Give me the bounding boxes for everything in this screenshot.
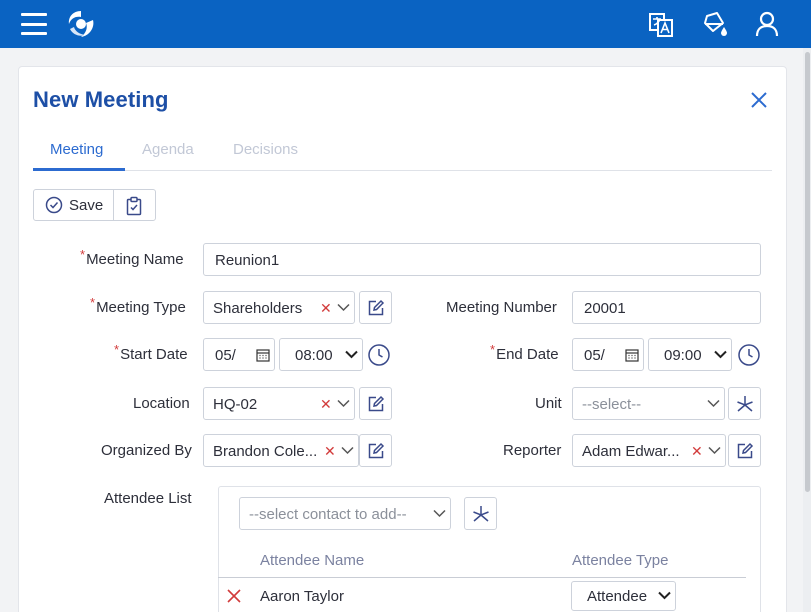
asterisk-icon	[737, 396, 753, 412]
edit-icon	[368, 442, 385, 459]
chevron-down-icon	[707, 399, 720, 408]
meeting-number-value: 20001	[584, 300, 626, 317]
chevron-down-icon	[337, 399, 350, 408]
clipboard-check-icon[interactable]	[124, 196, 144, 216]
page-title: New Meeting	[33, 87, 169, 112]
chevron-down-icon	[658, 591, 671, 600]
attendee-type-select[interactable]: Attendee	[571, 581, 676, 611]
edit-icon	[368, 299, 385, 316]
clock-icon[interactable]	[367, 343, 391, 367]
meeting-name-value: Reunion1	[215, 252, 280, 269]
edit-organizer-button[interactable]	[359, 434, 392, 467]
chevron-down-icon	[714, 350, 727, 359]
close-icon[interactable]	[748, 89, 770, 111]
end-time-select[interactable]: 09:00	[648, 338, 732, 371]
start-date-value: 05/	[215, 347, 236, 364]
check-circle-icon	[45, 196, 63, 214]
form-toolbar: Save	[33, 189, 156, 221]
clock-icon[interactable]	[737, 343, 761, 367]
edit-meeting-type-button[interactable]	[359, 291, 392, 324]
start-time-select[interactable]: 08:00	[279, 338, 363, 371]
remove-attendee-icon[interactable]	[226, 588, 242, 604]
location-value: HQ-02	[213, 396, 258, 413]
user-profile-icon[interactable]	[753, 10, 781, 38]
attendee-type-header: Attendee Type	[572, 552, 669, 569]
end-time-value: 09:00	[664, 347, 702, 364]
chevron-down-icon	[337, 303, 350, 312]
edit-reporter-button[interactable]	[728, 434, 761, 467]
start-date-label-text: Start Date	[120, 346, 188, 363]
edit-icon	[737, 442, 754, 459]
clear-icon[interactable]: ✕	[324, 443, 336, 460]
end-date-label: *End Date	[490, 342, 559, 363]
start-time-value: 08:00	[295, 347, 333, 364]
calendar-icon[interactable]	[625, 348, 639, 362]
top-app-bar	[0, 0, 811, 48]
clear-icon[interactable]: ✕	[691, 443, 703, 460]
unit-placeholder: --select--	[582, 396, 642, 413]
required-marker: *	[80, 247, 86, 262]
organized-by-label: Organized By	[101, 442, 192, 459]
hamburger-menu-icon[interactable]	[20, 13, 47, 35]
add-contact-button[interactable]	[464, 497, 497, 530]
attendee-name-cell: Aaron Taylor	[260, 588, 344, 605]
translate-icon[interactable]	[647, 11, 675, 39]
active-tab-indicator	[33, 168, 125, 171]
table-header-divider	[218, 577, 746, 578]
meeting-type-label-text: Meeting Type	[96, 299, 186, 316]
organized-by-select[interactable]: Brandon Cole... ✕	[203, 434, 359, 467]
meeting-type-value: Shareholders	[213, 300, 303, 317]
required-marker: *	[114, 342, 120, 357]
reporter-value: Adam Edwar...	[582, 443, 680, 460]
unit-select[interactable]: --select--	[572, 387, 725, 420]
scrollbar-thumb[interactable]	[805, 52, 810, 492]
tab-decisions[interactable]: Decisions	[233, 141, 298, 158]
attendee-name-header: Attendee Name	[260, 552, 365, 569]
tab-agenda[interactable]: Agenda	[142, 141, 194, 158]
asterisk-icon	[473, 506, 489, 522]
meeting-name-label-text: Meeting Name	[86, 251, 184, 268]
tabs-divider	[33, 170, 772, 171]
calendar-icon[interactable]	[256, 348, 270, 362]
start-date-input[interactable]: 05/	[203, 338, 275, 371]
meeting-type-label: *Meeting Type	[90, 295, 186, 316]
add-contact-placeholder: --select contact to add--	[249, 506, 407, 523]
reporter-select[interactable]: Adam Edwar... ✕	[572, 434, 726, 467]
attendee-type-value: Attendee	[587, 588, 648, 605]
save-label: Save	[69, 197, 104, 214]
clear-icon[interactable]: ✕	[320, 396, 332, 413]
chevron-down-icon	[433, 509, 446, 518]
paint-bucket-icon[interactable]	[700, 10, 730, 38]
end-date-label-text: End Date	[496, 346, 559, 363]
required-marker: *	[90, 295, 96, 310]
reporter-label: Reporter	[503, 442, 562, 459]
meeting-name-label: *Meeting Name	[80, 247, 184, 268]
tab-meeting[interactable]: Meeting	[50, 141, 103, 158]
add-unit-button[interactable]	[728, 387, 761, 420]
meeting-number-label: Meeting Number	[446, 299, 557, 316]
organized-by-value: Brandon Cole...	[213, 443, 318, 460]
add-contact-select[interactable]: --select contact to add--	[239, 497, 451, 530]
meeting-type-select[interactable]: Shareholders ✕	[203, 291, 355, 324]
chevron-down-icon	[708, 446, 721, 455]
edit-location-button[interactable]	[359, 387, 392, 420]
end-date-input[interactable]: 05/	[572, 338, 644, 371]
app-logo[interactable]	[64, 8, 98, 40]
attendee-list-label: Attendee List	[104, 490, 192, 507]
clear-icon[interactable]: ✕	[320, 300, 332, 317]
meeting-name-input[interactable]: Reunion1	[203, 243, 761, 276]
unit-label: Unit	[535, 395, 562, 412]
chevron-down-icon	[341, 446, 354, 455]
meeting-number-input[interactable]: 20001	[572, 291, 761, 324]
save-button[interactable]: Save	[34, 190, 114, 220]
start-date-label: *Start Date	[114, 342, 188, 363]
end-date-value: 05/	[584, 347, 605, 364]
location-select[interactable]: HQ-02 ✕	[203, 387, 355, 420]
required-marker: *	[490, 342, 496, 357]
location-label: Location	[133, 395, 190, 412]
toolbar-divider	[113, 190, 114, 220]
chevron-down-icon	[345, 350, 358, 359]
edit-icon	[368, 395, 385, 412]
